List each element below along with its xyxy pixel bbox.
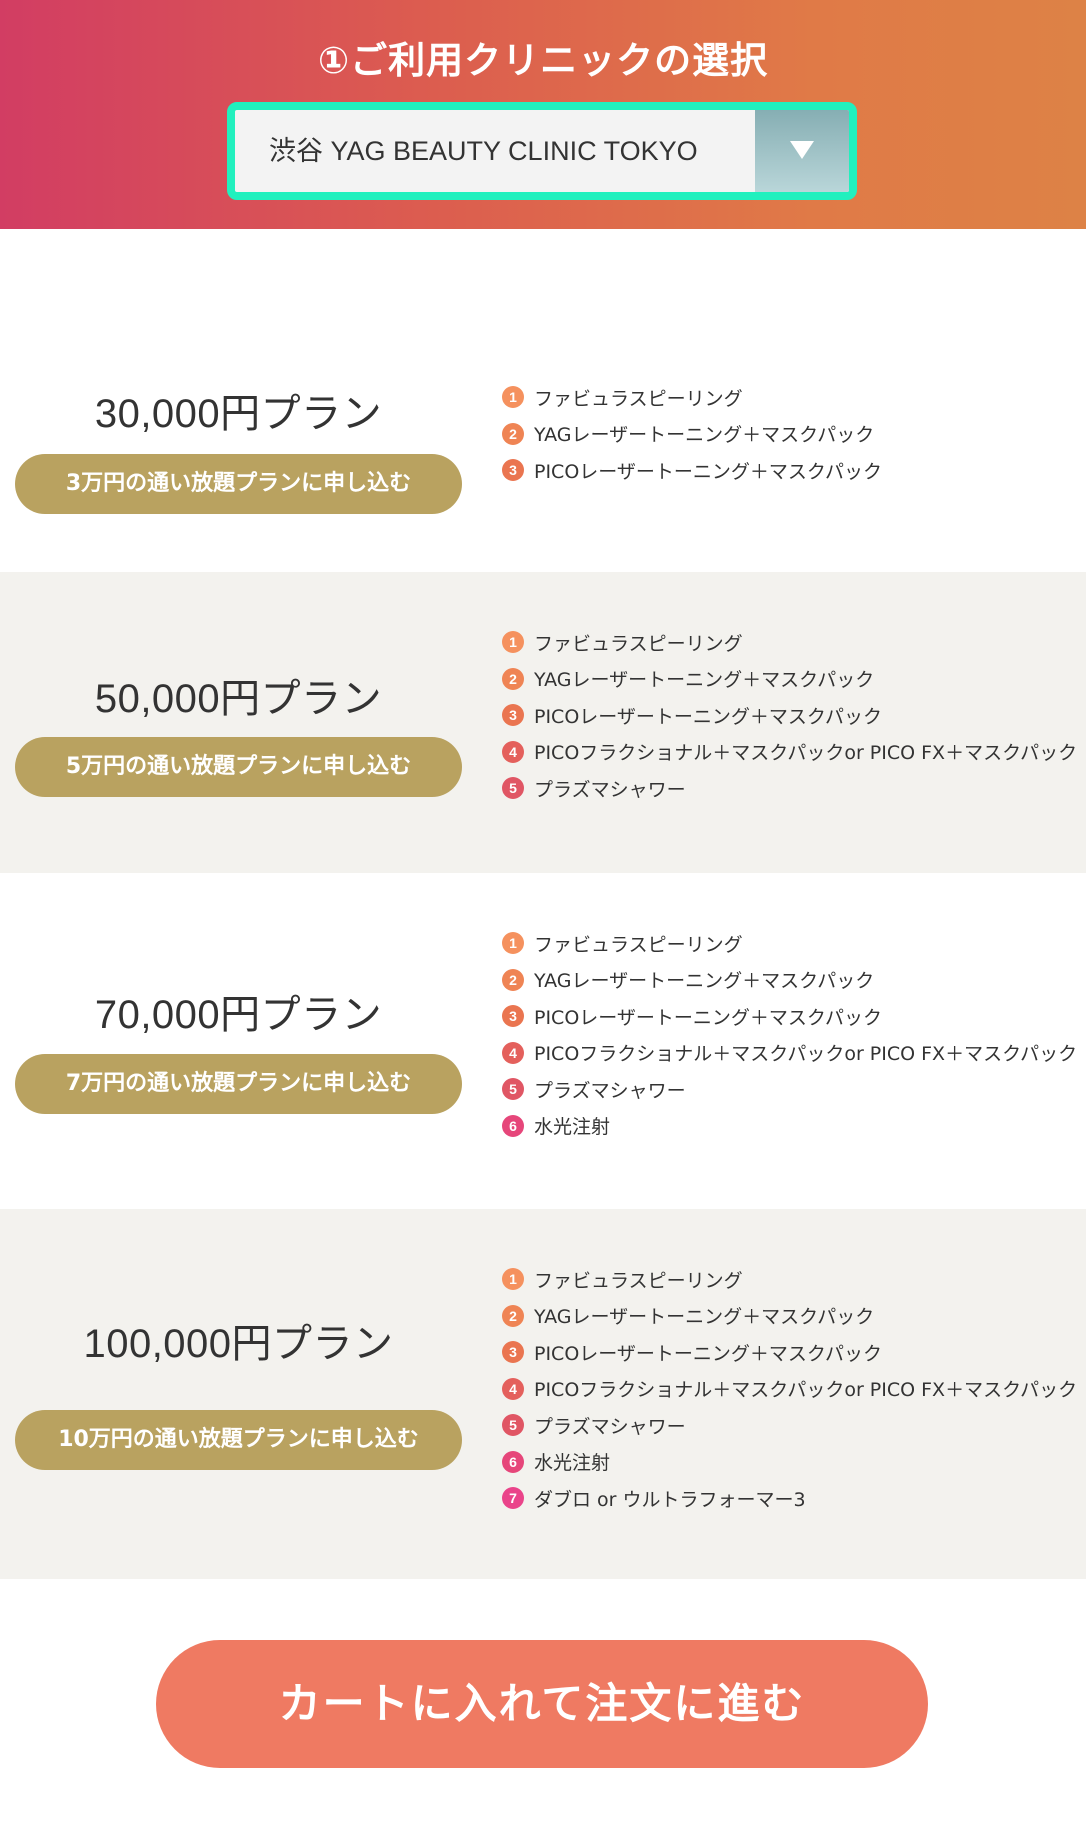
number-4-icon: 4 — [502, 1041, 524, 1064]
plan-item: 1 ファビュラスピーリング — [502, 379, 882, 416]
plan-item-label: 水光注射 — [534, 1452, 611, 1475]
plan-item: 5 プラズマシャワー — [502, 1071, 1077, 1108]
chevron-down-icon — [790, 141, 814, 159]
number-1-icon: 1 — [502, 631, 524, 654]
plan-apply-button[interactable]: 3万円の通い放題プランに申し込む — [15, 454, 462, 514]
plan-item-label: ファビュラスピーリング — [534, 632, 743, 655]
header-title: ①ご利用クリニックの選択 — [317, 39, 769, 82]
number-3-icon: 3 — [502, 704, 524, 727]
plan-item: 2 YAGレーザートーニング＋マスクパック — [502, 1298, 1077, 1335]
plan-item-list: 1 ファビュラスピーリング 2 YAGレーザートーニング＋マスクパック 3 PICOレ… — [502, 379, 882, 489]
plan-item: 1 ファビュラスピーリング — [502, 925, 1077, 962]
plan-item: 3 PICOレーザートーニング＋マスクパック — [502, 697, 1077, 734]
plan-30000: 30,000円プラン 3万円の通い放題プランに申し込む 1 ファビュラスピーリング… — [0, 229, 1086, 572]
plan-item: 3 PICOレーザートーニング＋マスクパック — [502, 1334, 1077, 1371]
plan-100000: 100,000円プラン 10万円の通い放題プランに申し込む 1 ファビュラスピーリ… — [0, 1209, 1086, 1579]
plan-apply-button[interactable]: 5万円の通い放題プランに申し込む — [15, 737, 462, 797]
plan-item-label: PICOフラクショナル＋マスクパックor PICO FX＋マスクパック — [534, 742, 1078, 765]
number-3-icon: 3 — [502, 459, 524, 482]
proceed-to-checkout-button[interactable]: カートに入れて注文に進む — [156, 1640, 928, 1768]
plan-item-label: 水光注射 — [534, 1116, 611, 1139]
number-2-icon: 2 — [502, 667, 524, 690]
number-2-icon: 2 — [502, 422, 524, 445]
plan-item-label: PICOフラクショナル＋マスクパックor PICO FX＋マスクパック — [534, 1379, 1078, 1402]
plan-item-list: 1 ファビュラスピーリング 2 YAGレーザートーニング＋マスクパック 3 PICOレ… — [502, 1261, 1077, 1517]
plan-item-label: ファビュラスピーリング — [534, 933, 743, 956]
plan-item-label: YAGレーザートーニング＋マスクパック — [534, 1306, 875, 1329]
plan-item-label: YAGレーザートーニング＋マスクパック — [534, 669, 875, 692]
plan-item: 3 PICOレーザートーニング＋マスクパック — [502, 452, 882, 489]
plan-price: 30,000円プラン — [94, 392, 383, 436]
plan-item: 5 プラズマシャワー — [502, 1407, 1077, 1444]
plan-item-label: YAGレーザートーニング＋マスクパック — [534, 970, 875, 993]
plan-item-list: 1 ファビュラスピーリング 2 YAGレーザートーニング＋マスクパック 3 PICOレ… — [502, 925, 1077, 1144]
plan-item-label: PICOレーザートーニング＋マスクパック — [534, 705, 882, 728]
plan-item-label: PICOレーザートーニング＋マスクパック — [534, 1342, 882, 1365]
plan-apply-button[interactable]: 10万円の通い放題プランに申し込む — [15, 1410, 462, 1470]
plan-apply-button[interactable]: 7万円の通い放題プランに申し込む — [15, 1054, 462, 1114]
plan-item-label: プラズマシャワー — [534, 778, 686, 801]
plan-item: 2 YAGレーザートーニング＋マスクパック — [502, 962, 1077, 999]
plan-item: 7 ダブロ or ウルトラフォーマー3 — [502, 1480, 1077, 1517]
page: ①ご利用クリニックの選択 渋谷 YAG BEAUTY CLINIC TOKYO … — [0, 0, 1086, 1828]
number-5-icon: 5 — [502, 1414, 524, 1437]
plan-item-label: ファビュラスピーリング — [534, 387, 743, 410]
plan-price: 70,000円プラン — [94, 993, 383, 1037]
plan-item: 2 YAGレーザートーニング＋マスクパック — [502, 661, 1077, 698]
plan-item-label: PICOレーザートーニング＋マスクパック — [534, 1006, 882, 1029]
plan-item-label: ファビュラスピーリング — [534, 1269, 743, 1292]
plan-item-label: プラズマシャワー — [534, 1415, 686, 1438]
plan-item: 1 ファビュラスピーリング — [502, 1261, 1077, 1298]
plan-price: 100,000円プラン — [83, 1322, 394, 1366]
clinic-select-value: 渋谷 YAG BEAUTY CLINIC TOKYO — [269, 136, 698, 166]
plan-item: 5 プラズマシャワー — [502, 770, 1077, 807]
plan-item-label: PICOフラクショナル＋マスクパックor PICO FX＋マスクパック — [534, 1043, 1078, 1066]
plan-70000: 70,000円プラン 7万円の通い放題プランに申し込む 1 ファビュラスピーリング… — [0, 873, 1086, 1209]
number-6-icon: 6 — [502, 1114, 524, 1137]
number-3-icon: 3 — [502, 1341, 524, 1364]
number-4-icon: 4 — [502, 1377, 524, 1400]
plan-item-label: PICOレーザートーニング＋マスクパック — [534, 460, 882, 483]
plan-item-label: プラズマシャワー — [534, 1079, 686, 1102]
plan-price: 50,000円プラン — [94, 677, 383, 721]
plan-50000: 50,000円プラン 5万円の通い放題プランに申し込む 1 ファビュラスピーリング… — [0, 572, 1086, 873]
number-3-icon: 3 — [502, 1005, 524, 1028]
dropdown-button[interactable] — [755, 110, 849, 192]
plan-item: 3 PICOレーザートーニング＋マスクパック — [502, 998, 1077, 1035]
number-5-icon: 5 — [502, 1078, 524, 1101]
plan-item: 4 PICOフラクショナル＋マスクパックor PICO FX＋マスクパック — [502, 1035, 1077, 1072]
number-1-icon: 1 — [502, 1268, 524, 1291]
number-2-icon: 2 — [502, 1304, 524, 1327]
plan-item: 4 PICOフラクショナル＋マスクパックor PICO FX＋マスクパック — [502, 734, 1077, 771]
plan-item: 6 水光注射 — [502, 1108, 1077, 1145]
number-1-icon: 1 — [502, 932, 524, 955]
number-5-icon: 5 — [502, 777, 524, 800]
number-4-icon: 4 — [502, 740, 524, 763]
plan-item-label: YAGレーザートーニング＋マスクパック — [534, 424, 875, 447]
number-7-icon: 7 — [502, 1487, 524, 1510]
plan-item-list: 1 ファビュラスピーリング 2 YAGレーザートーニング＋マスクパック 3 PICOレ… — [502, 624, 1077, 807]
plan-item: 1 ファビュラスピーリング — [502, 624, 1077, 661]
clinic-select[interactable]: 渋谷 YAG BEAUTY CLINIC TOKYO — [227, 102, 857, 200]
number-2-icon: 2 — [502, 968, 524, 991]
plan-item: 4 PICOフラクショナル＋マスクパックor PICO FX＋マスクパック — [502, 1371, 1077, 1408]
number-6-icon: 6 — [502, 1450, 524, 1473]
plan-item: 2 YAGレーザートーニング＋マスクパック — [502, 416, 882, 453]
clinic-select-header: ①ご利用クリニックの選択 渋谷 YAG BEAUTY CLINIC TOKYO — [0, 0, 1086, 229]
plan-item: 6 水光注射 — [502, 1444, 1077, 1481]
number-1-icon: 1 — [502, 386, 524, 409]
plan-item-label: ダブロ or ウルトラフォーマー3 — [534, 1488, 806, 1511]
